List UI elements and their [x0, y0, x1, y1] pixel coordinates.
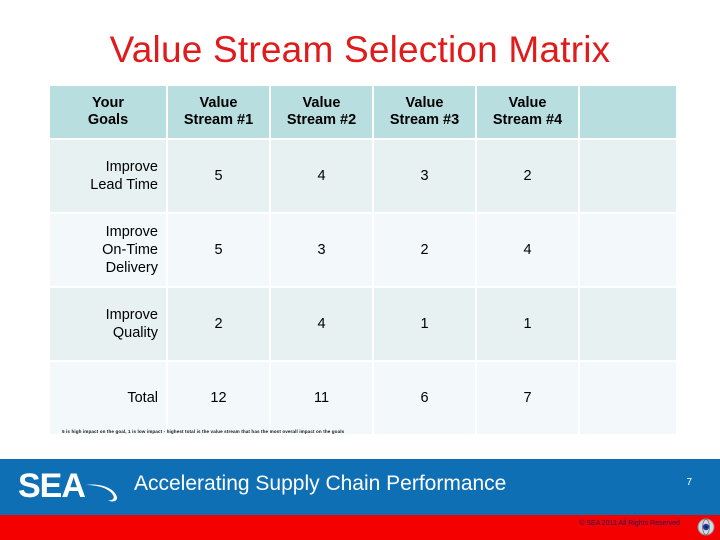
total-vs3: 6 [374, 362, 475, 434]
matrix-table: Your Goals Value Stream #1 Value Stream … [48, 84, 678, 436]
page-title: Value Stream Selection Matrix [109, 29, 611, 70]
table-row-total: Total 12 11 6 7 [50, 362, 676, 434]
column-header-value-stream-3: Value Stream #3 [374, 86, 475, 138]
row-label-line2: Lead Time [90, 177, 158, 193]
row-label-line1: Total [127, 390, 158, 406]
column-header-vs1-line1: Value [199, 95, 238, 111]
blank-cell-r4 [580, 362, 676, 434]
score-r2-vs1: 5 [168, 214, 269, 286]
matrix-footnote: 5 is high impact on the goal, 1 is low i… [62, 429, 345, 434]
row-label-line1: Improve [105, 159, 158, 175]
slide-number: 7 [686, 477, 692, 488]
row-label-line3: Delivery [105, 260, 158, 276]
column-header-value-stream-4: Value Stream #4 [477, 86, 578, 138]
column-header-value-stream-1: Value Stream #1 [168, 86, 269, 138]
row-label-improve-on-time-delivery: Improve On-Time Delivery [50, 214, 166, 286]
score-r1-vs4: 2 [477, 140, 578, 212]
row-label-line2: Quality [112, 325, 158, 341]
score-r1-vs3: 3 [374, 140, 475, 212]
table-row: Improve Quality 2 4 1 1 [50, 288, 676, 360]
score-r3-vs1: 2 [168, 288, 269, 360]
column-header-goals-line2: Goals [87, 112, 129, 128]
total-vs4: 7 [477, 362, 578, 434]
score-r2-vs4: 4 [477, 214, 578, 286]
globe-emblem-icon [697, 518, 715, 536]
score-r2-vs3: 2 [374, 214, 475, 286]
column-header-vs4-line2: Stream #4 [492, 112, 563, 128]
copyright-text: © SEA 2011 All Rights Reserved [579, 520, 680, 527]
score-r1-vs1: 5 [168, 140, 269, 212]
value-stream-matrix: Your Goals Value Stream #1 Value Stream … [48, 84, 676, 436]
row-label-line2: On-Time [102, 242, 158, 258]
column-header-vs3-line1: Value [405, 95, 444, 111]
sea-logo: SEA [18, 463, 138, 511]
score-r3-vs4: 1 [477, 288, 578, 360]
column-header-goals: Your Goals [50, 86, 166, 138]
row-label-improve-quality: Improve Quality [50, 288, 166, 360]
sea-logo-text: SEA [18, 467, 86, 505]
score-r3-vs2: 4 [271, 288, 372, 360]
column-header-vs2-line2: Stream #2 [286, 112, 357, 128]
blank-cell-r1 [580, 140, 676, 212]
swoosh-icon [86, 484, 118, 502]
column-header-vs1-line2: Stream #1 [183, 112, 254, 128]
column-header-blank [580, 86, 676, 138]
column-header-value-stream-2: Value Stream #2 [271, 86, 372, 138]
blank-cell-r3 [580, 288, 676, 360]
table-row: Improve Lead Time 5 4 3 2 [50, 140, 676, 212]
score-r3-vs3: 1 [374, 288, 475, 360]
table-row: Improve On-Time Delivery 5 3 2 4 [50, 214, 676, 286]
row-label-line1: Improve [105, 307, 158, 323]
score-r2-vs2: 3 [271, 214, 372, 286]
score-r1-vs2: 4 [271, 140, 372, 212]
footer-accent-bar: © SEA 2011 All Rights Reserved [0, 515, 720, 540]
column-header-vs4-line1: Value [508, 95, 547, 111]
table-header-row: Your Goals Value Stream #1 Value Stream … [50, 86, 676, 138]
row-label-line1: Improve [105, 224, 158, 240]
row-label-improve-lead-time: Improve Lead Time [50, 140, 166, 212]
row-label-total: Total [50, 362, 166, 434]
total-vs1: 12 [168, 362, 269, 434]
blank-cell-r2 [580, 214, 676, 286]
column-header-vs3-line2: Stream #3 [389, 112, 460, 128]
column-header-vs2-line1: Value [302, 95, 341, 111]
total-vs2: 11 [271, 362, 372, 434]
column-header-goals-line1: Your [92, 95, 124, 111]
footer-tagline: Accelerating Supply Chain Performance [134, 472, 507, 495]
footer-bar: SEA Accelerating Supply Chain Performanc… [0, 459, 720, 515]
